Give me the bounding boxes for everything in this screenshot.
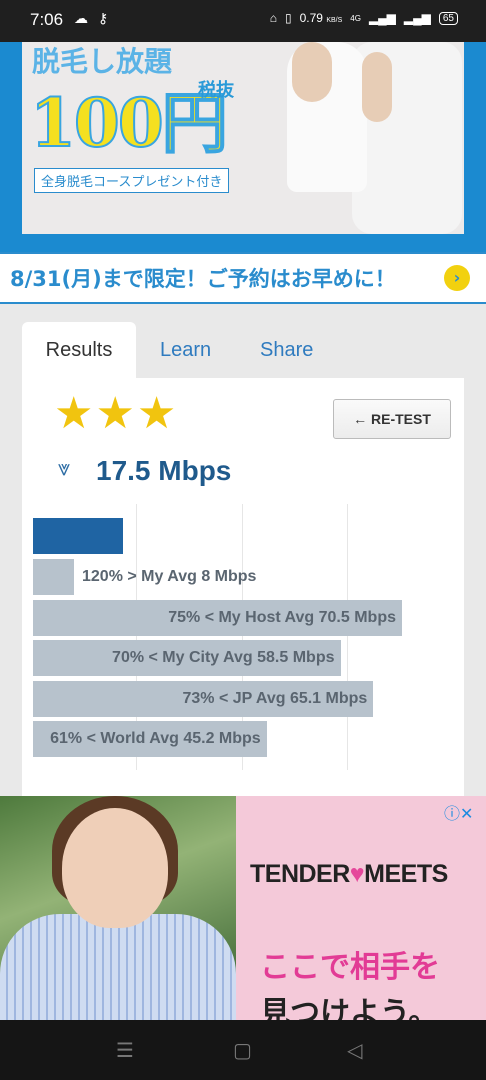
ad-banner[interactable]: 8/31(月)まで限定！ご予約はお早めに！ › [0,252,486,304]
ad-info-icon[interactable]: ⓘ✕ [444,800,473,824]
tab-share[interactable]: Share [260,322,313,378]
ad-photo [0,796,236,1020]
net-type: 4G [350,13,361,23]
speed-bar [33,518,124,554]
status-right: ⌂ ▯ 0.79 KB/S 4G ▂▄▆ ▂▄▆ 65 [270,11,458,25]
ad-text-panel [236,796,486,1020]
ad-subtitle: 全身脱毛コースプレゼント付き [34,168,230,193]
home-icon[interactable]: ▢ [233,1038,252,1062]
tab-results[interactable]: Results [22,322,136,378]
ad-photo-face [62,808,168,928]
nurse-arm [292,42,332,102]
vibrate-icon: ▯ [285,11,292,25]
comparison-label: 70% < My City Avg 58.5 Mbps [112,649,335,666]
chevron-right-icon[interactable]: › [444,265,470,291]
heart-icon: ♥ [349,860,365,888]
ad-tax-note: 税抜 [198,80,234,101]
comparison-label: 73% < JP Avg 65.1 Mbps [182,689,368,707]
ad-logo: TENDER♥MEETS [250,860,448,888]
signal-icon: ▂▄▆ [368,11,396,25]
bottom-ad[interactable]: TENDER♥MEETS ここで相手を 見つけよう。 [0,796,486,1020]
rating-stars: ★★★ [54,388,179,439]
signal2-icon: ▂▄▆ [403,11,431,25]
network-speed: 0.79 KB/S [299,11,343,25]
key-icon: ⚷ [98,11,109,27]
top-ad-image: 脱毛し放題 100円 税抜 全身脱毛コースプレゼント付き [22,42,464,234]
speed-value: 17.5 Mbps [96,455,232,486]
nurse-arm [362,52,392,122]
battery-icon: 65 [438,11,458,25]
retest-button[interactable]: ← RE-TEST [333,399,451,439]
cloud-icon: ☁ [74,11,88,27]
tab-learn[interactable]: Learn [160,322,211,378]
ad-photo-shirt [0,914,236,1020]
grid-line [347,504,348,770]
ad-headline-2: 見つけよう。 [260,996,439,1020]
menu-icon[interactable]: ☰ [116,1038,134,1062]
ad-headline: ここで相手を [260,950,440,985]
status-bar: 7:06 ☁ ⚷ ⌂ ▯ 0.79 KB/S 4G ▂▄▆ ▂▄▆ 65 [0,0,486,42]
status-time: 7:06 [30,10,64,29]
comparison-label: 61% < World Avg 45.2 Mbps [50,730,261,747]
download-icon: ⩔ [58,456,71,481]
ad-banner-text: 8/31(月)まで限定！ご予約はお早めに！ [10,267,396,291]
comparison-bar [33,559,74,595]
back-icon[interactable]: ◁ [347,1038,362,1062]
comparison-label: 75% < My Host Avg 70.5 Mbps [168,608,396,626]
top-ad[interactable]: 脱毛し放題 100円 税抜 全身脱毛コースプレゼント付き [0,42,486,252]
vpn-icon: ⌂ [269,11,277,25]
ad-price: 100円 [29,83,229,163]
comparison-label: 120% > My Avg 8 Mbps [82,568,257,585]
